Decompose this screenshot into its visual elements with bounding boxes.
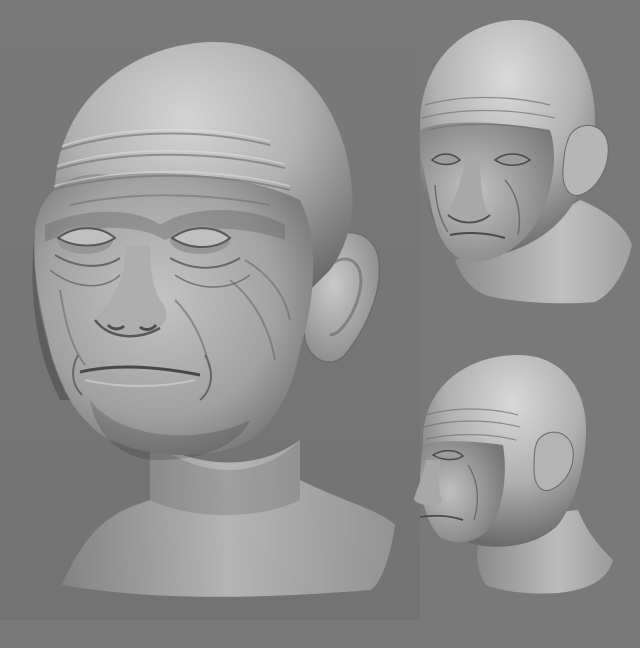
nose (414, 460, 442, 506)
head-sculpt-main-view (0, 0, 420, 620)
head-sculpt-profile-view (414, 355, 613, 594)
head-sculpt-top-view (419, 19, 632, 304)
ear (562, 124, 609, 196)
viewport-canvas (0, 0, 640, 648)
